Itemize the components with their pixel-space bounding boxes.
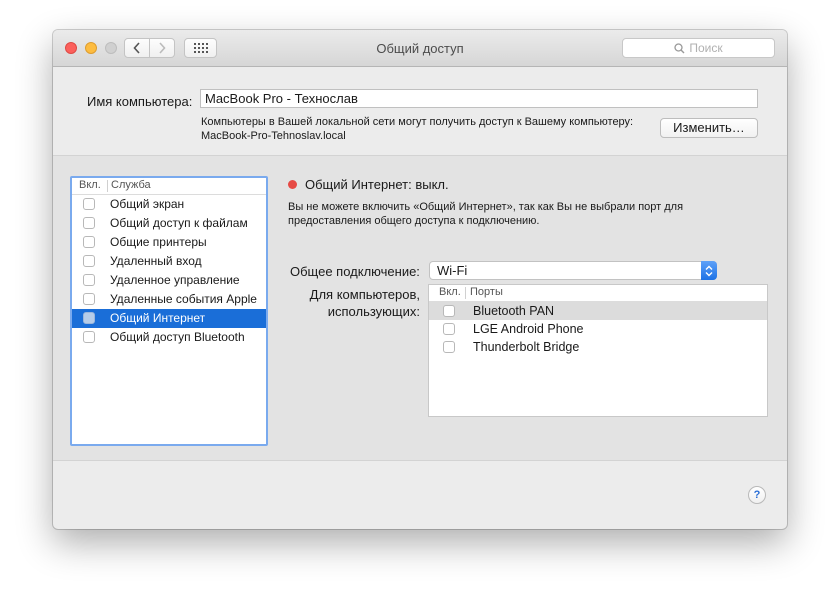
for-computers-line-2: использующих: bbox=[327, 304, 420, 319]
service-row-file-sharing[interactable]: Общий доступ к файлам bbox=[72, 214, 266, 233]
service-label: Общий доступ Bluetooth bbox=[110, 330, 245, 344]
titlebar: Общий доступ Поиск bbox=[53, 30, 787, 67]
share-connection-label: Общее подключение: bbox=[290, 264, 420, 279]
ports-header-name: Порты bbox=[470, 286, 503, 298]
port-checkbox[interactable] bbox=[443, 305, 455, 317]
edit-name-button[interactable]: Изменить… bbox=[660, 118, 758, 138]
computer-name-hint: Компьютеры в Вашей локальной сети могут … bbox=[201, 115, 661, 143]
services-header: Вкл. Служба bbox=[72, 178, 266, 195]
sharing-window: Общий доступ Поиск Имя компьютера: MacBo… bbox=[53, 30, 787, 529]
service-checkbox[interactable] bbox=[83, 255, 95, 267]
service-checkbox[interactable] bbox=[83, 236, 95, 248]
service-checkbox[interactable] bbox=[83, 331, 95, 343]
port-checkbox[interactable] bbox=[443, 323, 455, 335]
for-computers-label: Для компьютеров, использующих: bbox=[293, 286, 420, 320]
status-description-line-1: Вы не можете включить «Общий Интернет», … bbox=[288, 201, 684, 213]
port-row-thunderbolt-bridge[interactable]: Thunderbolt Bridge bbox=[429, 338, 767, 356]
service-row-printer-sharing[interactable]: Общие принтеры bbox=[72, 233, 266, 252]
column-separator bbox=[465, 287, 466, 299]
port-label: Thunderbolt Bridge bbox=[473, 340, 580, 354]
column-separator bbox=[107, 180, 108, 192]
service-label: Общий экран bbox=[110, 197, 185, 211]
search-placeholder: Поиск bbox=[689, 41, 723, 55]
computer-name-label: Имя компьютера: bbox=[87, 94, 193, 109]
services-header-on: Вкл. bbox=[79, 179, 101, 191]
service-checkbox[interactable] bbox=[83, 293, 95, 305]
service-row-internet-sharing[interactable]: Общий Интернет bbox=[72, 309, 266, 328]
services-list[interactable]: Вкл. Служба Общий экран Общий доступ к ф… bbox=[70, 176, 268, 446]
status-title: Общий Интернет: выкл. bbox=[305, 177, 449, 192]
divider bbox=[53, 460, 787, 461]
ports-header-on: Вкл. bbox=[439, 286, 461, 298]
services-header-name: Служба bbox=[111, 179, 151, 191]
ports-header: Вкл. Порты bbox=[429, 285, 767, 302]
share-connection-value: Wi-Fi bbox=[437, 263, 468, 278]
share-connection-select[interactable]: Wi-Fi bbox=[429, 261, 717, 280]
service-checkbox[interactable] bbox=[83, 312, 95, 324]
service-label: Общий Интернет bbox=[110, 311, 206, 325]
port-checkbox[interactable] bbox=[443, 341, 455, 353]
service-row-screen-sharing[interactable]: Общий экран bbox=[72, 195, 266, 214]
status-indicator bbox=[288, 180, 297, 189]
service-checkbox[interactable] bbox=[83, 198, 95, 210]
service-label: Удаленный вход bbox=[110, 254, 202, 268]
port-label: LGE Android Phone bbox=[473, 322, 584, 336]
port-label: Bluetooth PAN bbox=[473, 304, 555, 318]
status-description: Вы не можете включить «Общий Интернет», … bbox=[288, 200, 718, 228]
hint-line-1: Компьютеры в Вашей локальной сети могут … bbox=[201, 116, 634, 128]
port-row-lge-android-phone[interactable]: LGE Android Phone bbox=[429, 320, 767, 338]
ports-list[interactable]: Вкл. Порты Bluetooth PAN LGE Android Pho… bbox=[428, 284, 768, 417]
status-description-line-2: предоставления общего доступа к подключе… bbox=[288, 215, 540, 227]
service-row-remote-login[interactable]: Удаленный вход bbox=[72, 252, 266, 271]
service-label: Общие принтеры bbox=[110, 235, 207, 249]
service-row-bluetooth-sharing[interactable]: Общий доступ Bluetooth bbox=[72, 328, 266, 347]
service-label: Удаленное управление bbox=[110, 273, 240, 287]
port-row-bluetooth-pan[interactable]: Bluetooth PAN bbox=[429, 302, 767, 320]
service-row-remote-apple-events[interactable]: Удаленные события Apple bbox=[72, 290, 266, 309]
service-checkbox[interactable] bbox=[83, 274, 95, 286]
service-row-remote-management[interactable]: Удаленное управление bbox=[72, 271, 266, 290]
computer-name-input[interactable]: MacBook Pro - Технослав bbox=[200, 89, 758, 108]
service-checkbox[interactable] bbox=[83, 217, 95, 229]
for-computers-line-1: Для компьютеров, bbox=[309, 287, 420, 302]
search-field[interactable]: Поиск bbox=[622, 38, 775, 58]
service-label: Удаленные события Apple bbox=[110, 292, 257, 306]
hint-line-2: MacBook-Pro-Tehnoslav.local bbox=[201, 130, 346, 142]
service-label: Общий доступ к файлам bbox=[110, 216, 248, 230]
help-button[interactable]: ? bbox=[748, 486, 766, 504]
search-icon bbox=[674, 42, 685, 53]
up-down-chevron-icon bbox=[705, 265, 713, 276]
select-stepper[interactable] bbox=[701, 261, 717, 280]
